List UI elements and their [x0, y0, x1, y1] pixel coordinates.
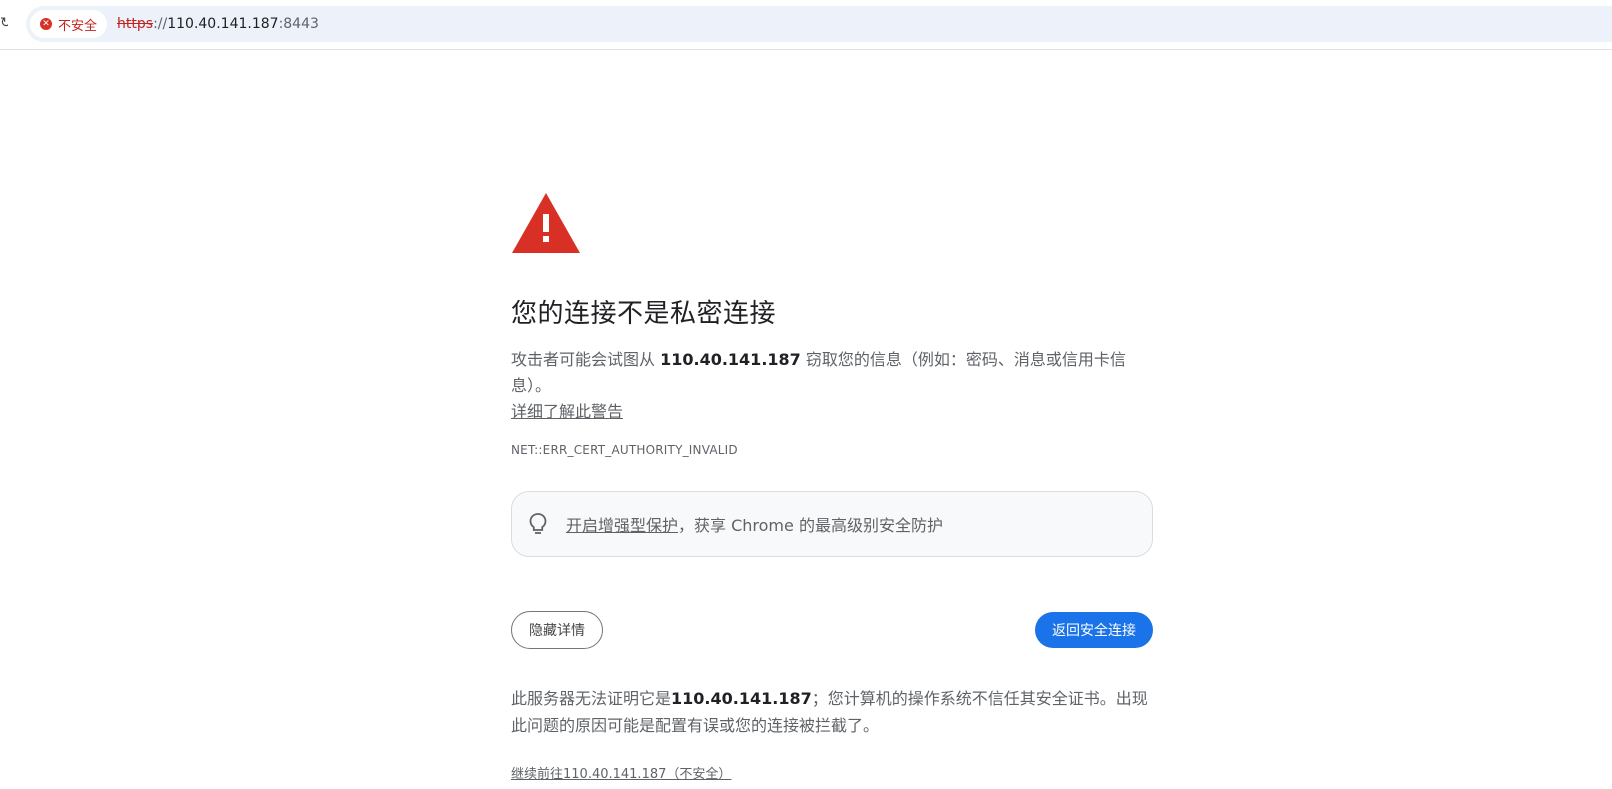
error-code: NET::ERR_CERT_AUTHORITY_INVALID — [511, 443, 738, 457]
interstitial-main: 您的连接不是私密连接 攻击者可能会试图从 110.40.141.187 窃取您的… — [511, 190, 1153, 782]
warning-prefix: 攻击者可能会试图从 — [511, 350, 661, 369]
security-chip[interactable]: ✕ 不安全 — [30, 10, 108, 38]
enhanced-protection-text: 开启增强型保护，获享 Chrome 的最高级别安全防护 — [566, 512, 943, 536]
enhanced-protection-box: 开启增强型保护，获享 Chrome 的最高级别安全防护 — [511, 491, 1153, 557]
security-chip-label: 不安全 — [58, 18, 98, 34]
button-row: 隐藏详情 返回安全连接 — [511, 611, 1153, 649]
address-bar-area: ↻ ✕ 不安全 https://110.40.141.187:8443 — [0, 0, 1612, 50]
url-port: :8443 — [278, 16, 319, 32]
warning-host: 110.40.141.187 — [660, 350, 801, 369]
proceed-unsafe-row: 继续前往110.40.141.187（不安全） — [511, 763, 1153, 782]
warning-text: 攻击者可能会试图从 110.40.141.187 窃取您的信息（例如：密码、消息… — [511, 347, 1153, 425]
enhanced-protection-link[interactable]: 开启增强型保护 — [566, 516, 678, 535]
proceed-unsafe-link[interactable]: 继续前往110.40.141.187（不安全） — [511, 767, 731, 782]
omnibox[interactable]: ✕ 不安全 https://110.40.141.187:8443 — [26, 6, 1612, 42]
enhanced-protection-suffix: ，获享 Chrome 的最高级别安全防护 — [678, 516, 943, 535]
details-prefix: 此服务器无法证明它是 — [511, 689, 672, 708]
url-scheme: https — [117, 16, 154, 32]
url-text[interactable]: https://110.40.141.187:8443 — [117, 16, 319, 32]
url-host: 110.40.141.187 — [167, 16, 279, 32]
warning-triangle-icon — [512, 193, 580, 253]
page-title: 您的连接不是私密连接 — [511, 299, 777, 329]
reload-icon[interactable]: ↻ — [0, 13, 8, 33]
details-text: 此服务器无法证明它是110.40.141.187；您计算机的操作系统不信任其安全… — [511, 685, 1153, 739]
learn-more-link[interactable]: 详细了解此警告 — [511, 402, 623, 421]
url-separator: :// — [153, 16, 168, 32]
error-circle-icon: ✕ — [40, 18, 52, 30]
lightbulb-icon — [529, 513, 547, 534]
details-host: 110.40.141.187 — [671, 689, 812, 708]
back-to-safety-button[interactable]: 返回安全连接 — [1035, 612, 1153, 648]
hide-details-button[interactable]: 隐藏详情 — [511, 611, 603, 649]
